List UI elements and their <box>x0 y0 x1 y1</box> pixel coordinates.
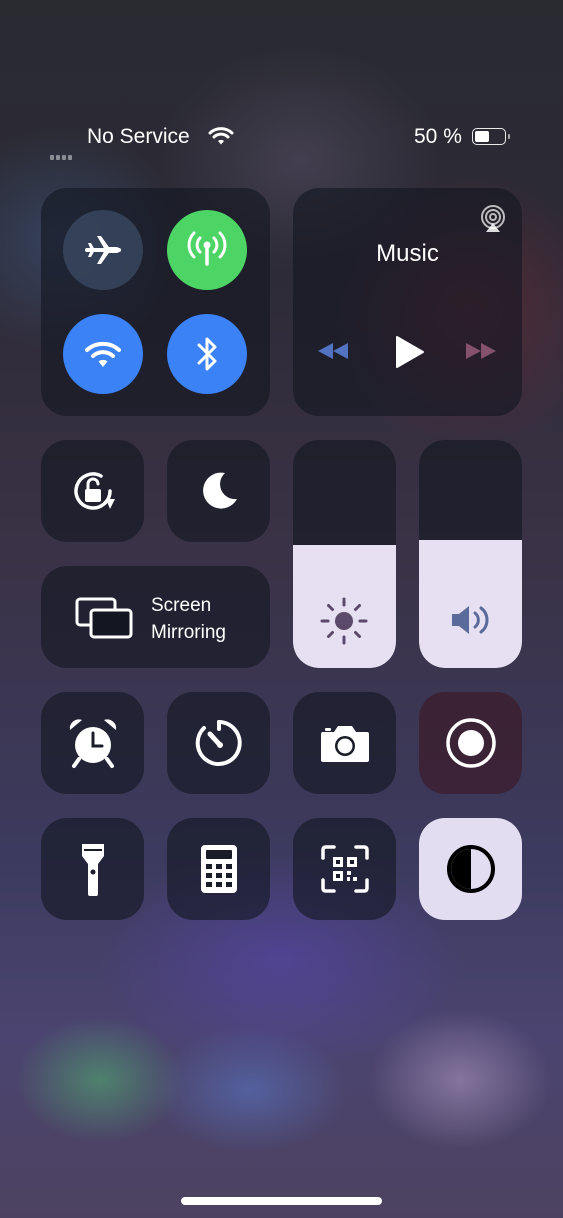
speaker-icon <box>452 606 489 634</box>
battery-percentage: 50 % <box>414 125 462 148</box>
timer-icon <box>195 720 242 766</box>
camera-button[interactable] <box>293 692 396 794</box>
screen-record-icon <box>445 718 496 768</box>
flashlight-button[interactable] <box>41 818 144 920</box>
cellular-data-toggle[interactable] <box>167 210 247 290</box>
sun-icon <box>320 597 368 645</box>
timer-button[interactable] <box>167 692 270 794</box>
dark-mode-icon <box>446 845 495 893</box>
do-not-disturb-button[interactable] <box>167 440 270 542</box>
status-bar: No Service 50 % <box>0 124 563 160</box>
rotation-lock-icon <box>73 472 115 510</box>
qr-code-icon <box>320 845 369 893</box>
bluetooth-icon <box>197 337 217 371</box>
volume-slider[interactable] <box>419 440 522 668</box>
battery-icon <box>472 128 510 145</box>
connectivity-panel <box>41 188 270 416</box>
airplane-mode-toggle[interactable] <box>63 210 143 290</box>
airplane-icon <box>85 236 121 264</box>
qr-scanner-button[interactable] <box>293 818 396 920</box>
screen-mirroring-icon <box>75 597 133 639</box>
calculator-icon <box>200 845 237 893</box>
fast-forward-icon[interactable] <box>463 340 499 362</box>
home-indicator[interactable] <box>181 1197 382 1205</box>
moon-icon <box>202 472 237 509</box>
orientation-lock-button[interactable] <box>41 440 144 542</box>
screen-mirroring-button[interactable]: Screen Mirroring <box>41 566 270 668</box>
battery-fill <box>475 131 489 142</box>
screen-recording-button[interactable] <box>419 692 522 794</box>
screen-mirroring-label-line1: Screen <box>151 595 212 616</box>
music-title: Music <box>376 240 439 267</box>
rewind-icon[interactable] <box>315 340 351 362</box>
calculator-button[interactable] <box>167 818 270 920</box>
wifi-icon <box>85 341 121 367</box>
play-icon[interactable] <box>393 334 427 370</box>
dark-mode-button[interactable] <box>419 818 522 920</box>
airplay-icon[interactable] <box>478 204 508 234</box>
screen-mirroring-label-line2: Mirroring <box>151 622 226 643</box>
brightness-slider[interactable] <box>293 440 396 668</box>
signal-strength-icon <box>50 142 74 166</box>
camera-icon <box>320 726 369 762</box>
music-panel[interactable]: Music <box>293 188 522 416</box>
bluetooth-toggle[interactable] <box>167 314 247 394</box>
alarm-clock-icon <box>69 719 116 768</box>
wifi-toggle[interactable] <box>63 314 143 394</box>
alarm-button[interactable] <box>41 692 144 794</box>
wifi-status-icon <box>208 127 234 145</box>
antenna-icon <box>187 231 227 266</box>
flashlight-icon <box>81 844 104 896</box>
carrier-label: No Service <box>87 125 190 148</box>
